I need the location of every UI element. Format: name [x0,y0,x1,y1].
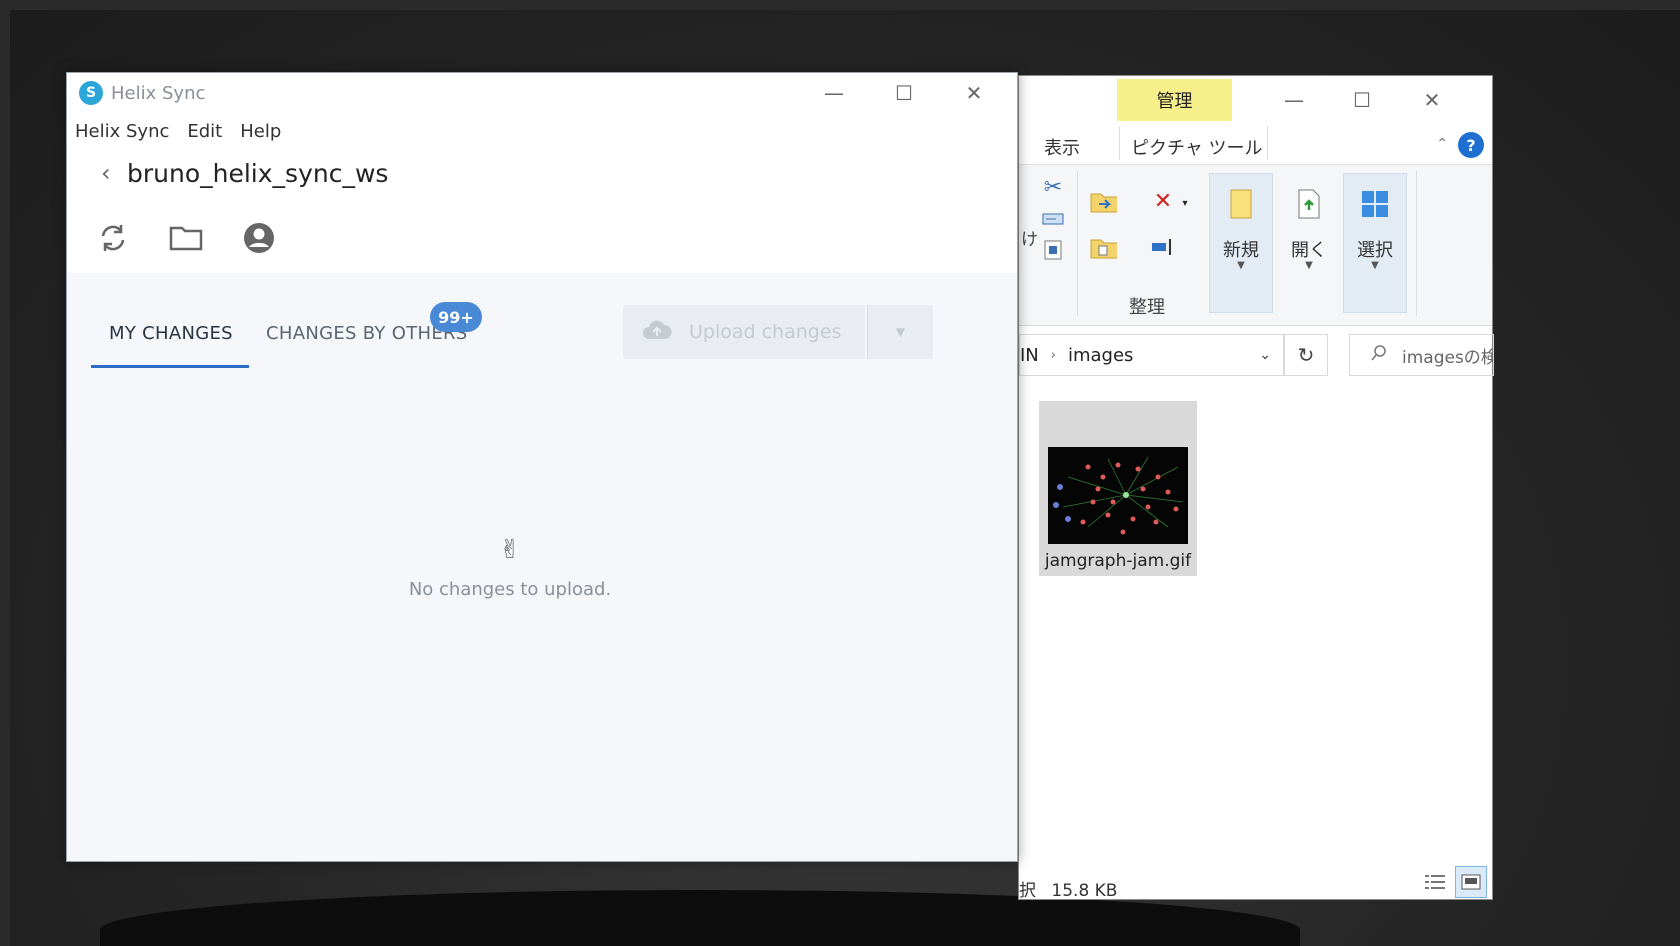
breadcrumb-parent[interactable]: IN [1020,345,1039,366]
helix-titlebar: S Helix Sync — ☐ ✕ [67,73,1017,115]
chevron-down-icon: ▼ [1237,260,1245,271]
status-bar: 択 15.8 KB [1019,876,1117,901]
new-folder-icon [1224,184,1258,224]
menu-helix-sync[interactable]: Helix Sync [75,121,169,149]
search-input[interactable]: imagesの検索 [1349,334,1494,376]
minimize-button[interactable]: — [804,75,864,111]
copy-path-icon[interactable] [1039,205,1067,233]
address-bar[interactable]: IN › images ⌄ [1019,334,1284,376]
open-button[interactable]: 開く ▼ [1277,173,1341,313]
upload-dropdown-button[interactable]: ▼ [867,305,933,359]
file-explorer-window: 管理 — ☐ ✕ 表示 ピクチャ ツール ⌃ ? け ✂ ✕ ▾ 整理 新規 ▼… [1018,75,1494,901]
explorer-ribbon: け ✂ ✕ ▾ 整理 新規 ▼ 開く ▼ 選択 ▼ [1019,164,1492,326]
menu-edit[interactable]: Edit [187,121,222,149]
chevron-down-icon: ▼ [1305,260,1313,271]
tab-view[interactable]: 表示 [1044,134,1080,160]
file-name: jamgraph-jam.gif [1044,551,1192,571]
status-selection: 択 [1019,881,1036,901]
tab-divider [1267,126,1268,160]
chevron-down-icon: ▼ [1371,260,1379,271]
helix-sync-window: S Helix Sync — ☐ ✕ Helix Sync Edit Help … [66,72,1018,862]
back-chevron-icon[interactable]: ‹ [101,159,111,187]
collapse-ribbon-icon[interactable]: ⌃ [1436,136,1448,152]
select-button[interactable]: 選択 ▼ [1343,173,1407,313]
workspace-title: bruno_helix_sync_ws [127,159,389,188]
breadcrumb-current[interactable]: images [1068,345,1133,366]
explorer-titlebar: 管理 — ☐ ✕ [1019,76,1492,126]
explorer-ribbon-tabs: 表示 ピクチャ ツール [1019,126,1492,164]
select-grid-icon [1358,184,1392,224]
account-icon[interactable] [239,218,279,258]
details-view-icon[interactable] [1419,866,1451,898]
explorer-address-row: IN › images ⌄ ↻ imagesの検索 [1019,326,1494,382]
search-icon [1370,344,1388,367]
menu-bar: Helix Sync Edit Help [75,121,281,149]
cloud-upload-icon [641,319,673,346]
select-button-label: 選択 [1357,240,1393,261]
status-size: 15.8 KB [1051,881,1118,901]
upload-changes-button[interactable]: Upload changes [623,305,865,359]
refresh-icon[interactable]: ↻ [1284,334,1328,376]
status-badge: 99+ [430,302,482,332]
open-icon [1292,184,1326,224]
ribbon-divider [1416,171,1417,316]
paste-shortcut-icon[interactable] [1039,235,1067,263]
tab-picture-tools[interactable]: ピクチャ ツール [1131,134,1263,160]
file-thumbnail [1048,447,1188,544]
breadcrumb-separator-icon: › [1050,347,1056,363]
search-placeholder: imagesの検索 [1402,347,1493,368]
maximize-button[interactable]: ☐ [874,75,934,111]
changes-panel: MY CHANGES CHANGES BY OTHERS 99+ Upload … [67,273,1017,861]
tab-my-changes[interactable]: MY CHANGES [109,323,233,344]
help-icon[interactable]: ? [1458,132,1484,158]
tab-manage[interactable]: 管理 [1117,79,1232,121]
rename-icon[interactable] [1149,233,1177,261]
new-button[interactable]: 新規 ▼ [1209,173,1273,313]
tab-divider [1119,126,1120,160]
window-title: Helix Sync [111,83,206,104]
minimize-button[interactable]: — [1264,82,1324,118]
active-tab-indicator [91,365,249,368]
open-button-label: 開く [1291,240,1327,261]
chevron-down-icon: ▼ [895,325,906,339]
empty-state-message: No changes to upload. [408,579,612,600]
new-button-label: 新規 [1223,240,1259,261]
folder-icon[interactable] [166,218,206,258]
large-icons-view-icon[interactable] [1455,866,1487,898]
ribbon-partial-label: け [1021,230,1038,250]
helix-logo-icon: S [79,81,103,105]
upload-button-label: Upload changes [689,321,842,343]
maximize-button[interactable]: ☐ [1332,82,1392,118]
cut-icon[interactable]: ✂ [1039,173,1067,201]
peace-hand-icon: ✌ [499,535,521,565]
copy-to-icon[interactable] [1089,233,1117,261]
close-button[interactable]: ✕ [1402,82,1462,118]
menu-help[interactable]: Help [240,121,281,149]
ribbon-group-label: 整理 [1129,297,1165,318]
sync-icon[interactable] [93,218,133,258]
file-item[interactable]: jamgraph-jam.gif [1039,401,1197,576]
address-dropdown-icon[interactable]: ⌄ [1259,347,1271,363]
ribbon-divider [1077,171,1078,316]
close-button[interactable]: ✕ [944,75,1004,111]
move-to-icon[interactable] [1089,187,1117,215]
delete-dropdown-icon[interactable]: ▾ [1171,189,1199,217]
